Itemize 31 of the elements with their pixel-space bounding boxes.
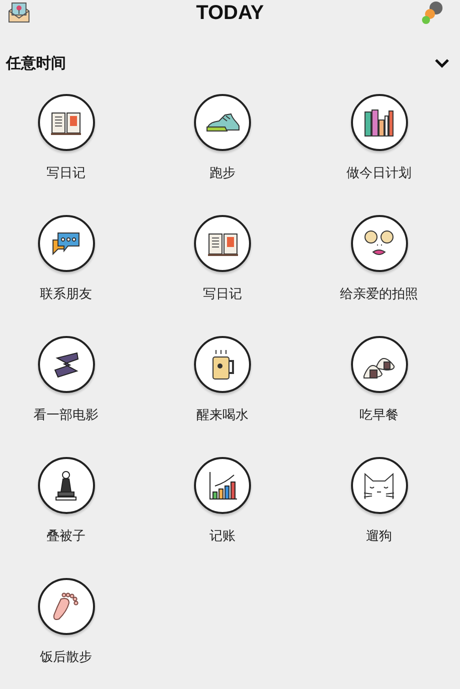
cat-icon[interactable] bbox=[350, 457, 408, 514]
section-title: 任意时间 bbox=[6, 52, 66, 74]
habit-label: 记账 bbox=[210, 528, 236, 546]
film-strip-icon[interactable] bbox=[38, 336, 94, 393]
habit-label: 饭后散步 bbox=[40, 649, 92, 667]
habit-label: 遛狗 bbox=[366, 528, 392, 546]
envelope-icon[interactable] bbox=[8, 2, 30, 24]
chess-pawn-icon[interactable] bbox=[38, 457, 94, 514]
footprint-icon[interactable] bbox=[38, 578, 94, 635]
habit-label: 给亲爱的拍照 bbox=[340, 286, 418, 304]
bar-chart-icon[interactable] bbox=[194, 457, 251, 514]
habit-label: 做今日计划 bbox=[346, 165, 412, 183]
page-title: TODAY bbox=[196, 1, 264, 26]
chat-icon[interactable] bbox=[38, 215, 94, 272]
habit-label: 写日记 bbox=[203, 286, 242, 304]
habit-label: 看一部电影 bbox=[34, 407, 98, 425]
habit-label: 吃早餐 bbox=[360, 407, 398, 425]
habit-label: 醒来喝水 bbox=[196, 407, 248, 425]
chevron-icon[interactable] bbox=[434, 58, 450, 68]
habit-label: 跑步 bbox=[210, 165, 236, 183]
book-icon[interactable] bbox=[38, 94, 94, 151]
rice-ball-icon[interactable] bbox=[350, 336, 408, 393]
habit-label: 叠被子 bbox=[46, 528, 86, 546]
mug-icon[interactable] bbox=[194, 336, 251, 393]
books-icon[interactable] bbox=[350, 94, 408, 151]
book-icon[interactable] bbox=[194, 215, 251, 272]
face-mask-icon[interactable] bbox=[350, 215, 408, 272]
habit-label: 联系朋友 bbox=[40, 286, 92, 304]
habit-label: 写日记 bbox=[46, 165, 86, 183]
color-dots-icon[interactable] bbox=[420, 1, 444, 25]
sneaker-icon[interactable] bbox=[194, 94, 251, 151]
